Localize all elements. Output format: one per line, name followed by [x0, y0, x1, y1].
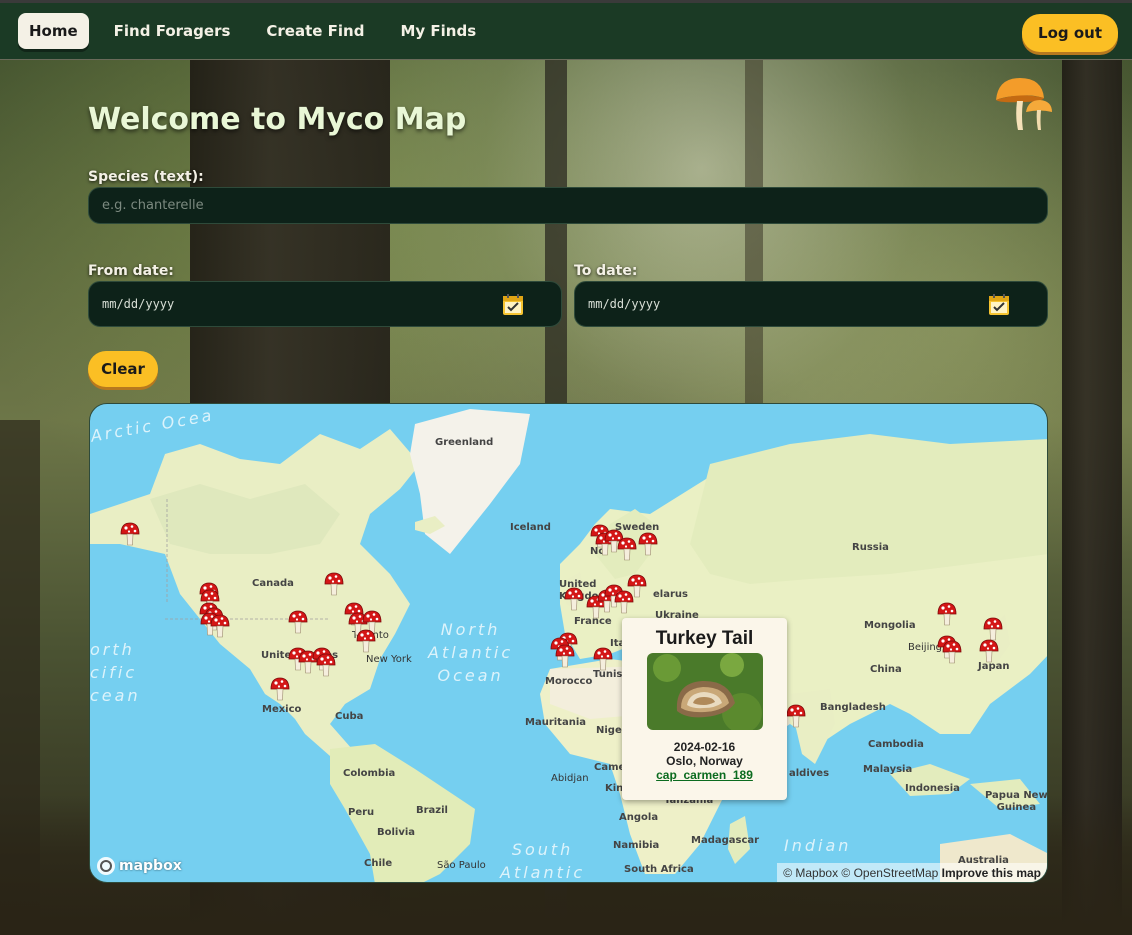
mushroom-marker-icon[interactable] — [356, 629, 376, 653]
mushroom-marker-icon[interactable] — [786, 704, 806, 728]
nav-my-finds[interactable]: My Finds — [389, 13, 487, 49]
map-label-greenland: Greenland — [435, 437, 494, 448]
map-label-cambodia: Cambodia — [868, 739, 924, 750]
map-label-colombia: Colombia — [343, 768, 396, 779]
species-input[interactable]: e.g. chanterelle — [88, 187, 1048, 224]
to-date-input[interactable]: mm/dd/yyyy — [574, 281, 1048, 327]
mushroom-marker-icon[interactable] — [983, 617, 1003, 641]
map-label-bangladesh: Bangladesh — [820, 702, 886, 713]
map-label-papua: Papua New Guinea — [985, 790, 1048, 813]
mushroom-marker-icon[interactable] — [937, 602, 957, 626]
map-label-cuba: Cuba — [335, 711, 364, 722]
mushroom-marker-icon[interactable] — [210, 614, 230, 638]
top-nav: Home Find Foragers Create Find My Finds … — [0, 0, 1132, 60]
map-label-belarus: elarus — [653, 589, 688, 600]
logout-button[interactable]: Log out — [1022, 14, 1118, 52]
ocean-label-north-pacific: orth cific cean — [90, 640, 141, 705]
from-date-label: From date: — [88, 263, 174, 279]
mushroom-marker-icon[interactable] — [316, 653, 336, 677]
map-label-kinshasa: Kin — [605, 783, 624, 794]
map-label-sao-paulo: São Paulo — [437, 860, 486, 871]
turkey-tail-photo — [646, 653, 763, 730]
map-label-maldives: aldives — [789, 768, 830, 779]
mushroom-marker-icon[interactable] — [288, 610, 308, 634]
map-label-new-york: New York — [366, 654, 412, 665]
mushroom-marker-icon[interactable] — [638, 532, 658, 556]
calendar-icon[interactable] — [501, 293, 525, 317]
map-label-bolivia: Bolivia — [377, 827, 416, 838]
map-label-namibia: Namibia — [613, 840, 660, 851]
mushroom-marker-icon[interactable] — [555, 644, 575, 668]
mapbox-logo-text: mapbox — [119, 858, 182, 874]
species-label: Species (text): — [88, 169, 204, 185]
ocean-label-south-atlantic: South Atlantic — [500, 840, 586, 882]
to-date-label: To date: — [574, 263, 638, 279]
map-label-brazil: Brazil — [416, 805, 448, 816]
mushroom-marker-icon[interactable] — [593, 647, 613, 671]
from-date-input[interactable]: mm/dd/yyyy — [88, 281, 562, 327]
map-label-indonesia: Indonesia — [905, 783, 960, 794]
ocean-label-north-atlantic: North Atlantic Ocean — [428, 620, 514, 685]
mushroom-marker-icon[interactable] — [324, 572, 344, 596]
to-date-value: mm/dd/yyyy — [588, 297, 661, 311]
nav-create-find[interactable]: Create Find — [255, 13, 375, 49]
map-label-china: China — [870, 664, 902, 675]
map-label-abidjan: Abidjan — [551, 773, 589, 784]
world-map[interactable]: Arctic Ocea North Atlantic Ocean orth ci… — [89, 403, 1048, 883]
clear-button[interactable]: Clear — [88, 351, 158, 387]
map-label-mongolia: Mongolia — [864, 620, 916, 631]
page-title: Welcome to Myco Map — [88, 102, 467, 137]
popup-date: 2024-02-16 — [673, 740, 736, 754]
map-label-chile: Chile — [364, 858, 393, 869]
map-label-canada: Canada — [252, 578, 294, 589]
popup-location: Oslo, Norway — [666, 754, 743, 768]
map-attribution: © Mapbox © OpenStreetMap Improve this ma… — [777, 863, 1047, 882]
attribution-text[interactable]: © Mapbox © OpenStreetMap — [783, 866, 938, 880]
mushroom-logo-icon — [996, 78, 1052, 130]
mushroom-marker-icon[interactable] — [564, 587, 584, 611]
ocean-label-indian: Indian — [784, 836, 852, 855]
species-placeholder: e.g. chanterelle — [102, 198, 204, 213]
mushroom-marker-icon[interactable] — [942, 640, 962, 664]
map-label-cameroon: Came — [594, 762, 626, 773]
mushroom-marker-icon[interactable] — [617, 537, 637, 561]
improve-map-link[interactable]: Improve this map — [942, 866, 1041, 880]
mushroom-marker-icon[interactable] — [627, 574, 647, 598]
nav-home[interactable]: Home — [18, 13, 89, 49]
from-date-value: mm/dd/yyyy — [102, 297, 175, 311]
map-label-peru: Peru — [348, 807, 375, 818]
map-label-morocco: Morocco — [545, 676, 593, 687]
map-label-iceland: Iceland — [510, 522, 551, 533]
mapbox-logo[interactable]: mapbox — [96, 856, 182, 876]
mapbox-icon — [97, 857, 115, 875]
calendar-icon[interactable] — [987, 293, 1011, 317]
mushroom-marker-icon[interactable] — [120, 522, 140, 546]
map-label-angola: Angola — [619, 812, 659, 823]
find-popup: Turkey Tail 2024-02-16 Oslo, Norway cap_… — [622, 618, 787, 800]
mushroom-marker-icon[interactable] — [979, 639, 999, 663]
popup-user-link[interactable]: cap_carmen_189 — [622, 768, 787, 782]
mushroom-marker-icon[interactable] — [270, 677, 290, 701]
map-label-madagascar: Madagascar — [691, 835, 760, 846]
popup-species: Turkey Tail — [655, 628, 754, 649]
map-label-russia: Russia — [852, 542, 889, 553]
map-label-mauritania: Mauritania — [525, 717, 587, 728]
map-label-malaysia: Malaysia — [863, 764, 913, 775]
map-label-mexico: Mexico — [262, 704, 302, 715]
map-label-south-africa: South Africa — [624, 864, 694, 875]
nav-find-foragers[interactable]: Find Foragers — [103, 13, 242, 49]
